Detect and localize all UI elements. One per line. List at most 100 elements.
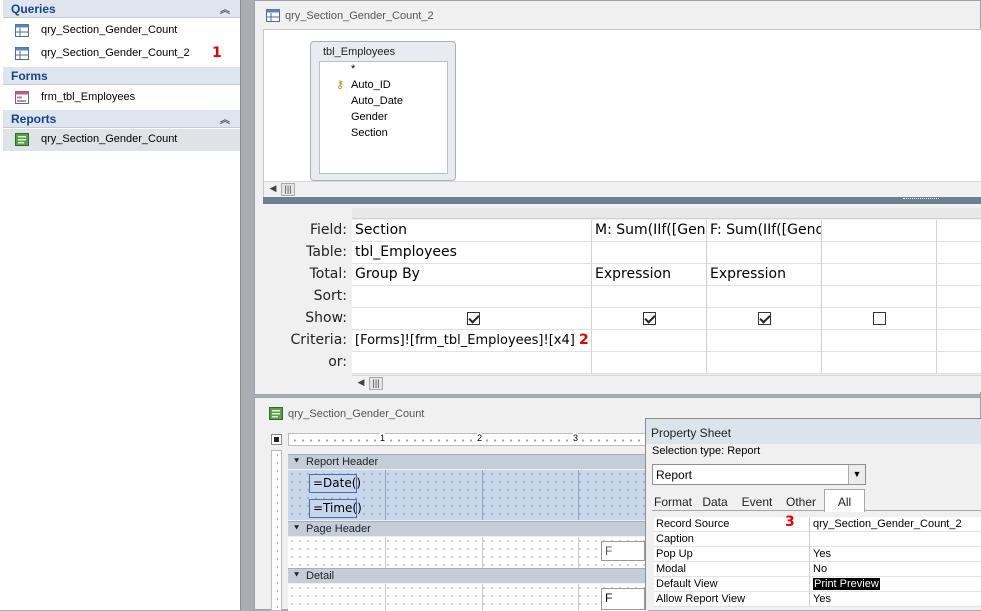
or-cell[interactable] [937, 352, 981, 374]
section-report-header[interactable]: ⯆ Report Header [288, 454, 648, 469]
row-label-show: Show: [305, 310, 347, 326]
scroll-thumb[interactable]: ||| [281, 183, 295, 196]
grid-line [578, 537, 579, 568]
field-item[interactable]: Auto_Date [351, 95, 403, 107]
ruler-number: 1 [380, 433, 386, 443]
or-cell[interactable] [822, 352, 937, 374]
property-row[interactable]: Record Source 3 qry_Section_Gender_Count… [654, 514, 981, 532]
total-cell[interactable]: Expression [592, 264, 707, 286]
property-row[interactable]: Pop Up Yes [654, 547, 981, 562]
total-cell[interactable]: Expression [707, 264, 822, 286]
table-pane-scrollbar[interactable]: ◀ ||| [264, 181, 981, 197]
collapse-icon[interactable]: ︽ [220, 111, 230, 126]
section-detail[interactable]: ⯆ Detail [288, 568, 648, 583]
tab-other[interactable]: Other [780, 491, 822, 511]
field-item[interactable]: * [351, 63, 355, 75]
table-cell[interactable] [592, 242, 707, 264]
property-row[interactable]: Allow Report View Yes [654, 592, 981, 607]
sort-cell[interactable] [707, 286, 822, 308]
or-cell[interactable] [592, 352, 707, 374]
field-cell[interactable]: Section [352, 220, 592, 242]
tab-data[interactable]: Data [696, 491, 734, 511]
property-value[interactable]: Yes [809, 592, 981, 607]
sort-cell[interactable] [592, 286, 707, 308]
criteria-cell[interactable] [707, 330, 822, 352]
field-item[interactable]: Gender [351, 111, 388, 123]
scroll-thumb[interactable]: ||| [369, 377, 383, 390]
table-cell[interactable] [937, 242, 981, 264]
total-cell[interactable] [937, 264, 981, 286]
grid-scrollbar[interactable]: ◀ ||| [352, 375, 981, 391]
row-label-table: Table: [306, 244, 347, 260]
nav-item-report[interactable]: qry_Section_Gender_Count [3, 129, 240, 151]
show-checkbox[interactable] [758, 312, 771, 325]
vertical-ruler[interactable] [271, 450, 282, 611]
property-sheet: Property Sheet Selection type: Report Re… [645, 418, 981, 610]
show-cell[interactable] [937, 308, 981, 330]
property-row[interactable]: Default View Print Preview [654, 577, 981, 592]
combo-value: Report [656, 468, 693, 482]
or-cell[interactable] [707, 352, 822, 374]
row-label-or: or: [328, 354, 347, 370]
total-cell[interactable] [822, 264, 937, 286]
field-cell[interactable] [937, 220, 981, 242]
total-cell[interactable]: Group By [352, 264, 592, 286]
horizontal-ruler[interactable]: 1 2 3 [288, 433, 648, 446]
column-selectors[interactable] [352, 208, 981, 219]
property-value[interactable] [809, 532, 981, 547]
property-value[interactable]: No [809, 562, 981, 577]
property-row[interactable]: Modal No [654, 562, 981, 577]
scroll-left-icon[interactable]: ◀ [354, 377, 368, 390]
criteria-cell[interactable] [937, 330, 981, 352]
page-header-area [288, 537, 648, 568]
table-cell[interactable]: tbl_Employees [352, 242, 592, 264]
field-cell[interactable] [822, 220, 937, 242]
chevron-down-icon[interactable]: ▼ [848, 465, 865, 484]
table-cell[interactable] [822, 242, 937, 264]
report-selector[interactable] [271, 434, 282, 445]
table-field-list[interactable]: tbl_Employees * ⚷ Auto_ID Auto_Date Gend… [310, 41, 456, 181]
collapse-icon[interactable]: ︽ [220, 1, 230, 16]
nav-item-form[interactable]: frm_tbl_Employees [3, 87, 240, 109]
section-page-header[interactable]: ⯆ Page Header [288, 521, 648, 536]
nav-item-query[interactable]: qry_Section_Gender_Count [3, 20, 240, 42]
nav-group-queries[interactable]: Queries ︽ [3, 0, 240, 18]
object-selector-combo[interactable]: Report ▼ [652, 464, 866, 485]
field-item[interactable]: Auto_ID [351, 79, 391, 91]
field-cell[interactable]: M: Sum(IIf([Gend [592, 220, 707, 242]
page-header-label[interactable]: F [601, 541, 645, 561]
or-cell[interactable] [352, 352, 592, 374]
time-textbox[interactable]: =Time() [309, 499, 362, 518]
property-sheet-title: Property Sheet [646, 419, 981, 444]
table-cell[interactable] [707, 242, 822, 264]
query-icon [266, 9, 280, 22]
sort-cell[interactable] [822, 286, 937, 308]
pane-splitter[interactable] [263, 197, 981, 204]
field-cell[interactable]: F: Sum(IIf([Gende [707, 220, 822, 242]
sort-cell[interactable] [352, 286, 592, 308]
tab-format[interactable]: Format [652, 491, 694, 511]
criteria-cell[interactable]: [Forms]![frm_tbl_Employees]![x4] 2 [352, 330, 592, 352]
show-checkbox[interactable] [467, 312, 480, 325]
nav-group-forms[interactable]: Forms [3, 67, 240, 85]
tab-all[interactable]: All [824, 489, 865, 512]
tab-event[interactable]: Event [737, 491, 777, 511]
property-value[interactable]: Yes [809, 547, 981, 562]
table-name: tbl_Employees [323, 46, 396, 58]
property-value[interactable]: Print Preview [809, 577, 981, 592]
query-icon [15, 24, 29, 37]
nav-item-query[interactable]: qry_Section_Gender_Count_2 1 [3, 43, 240, 65]
nav-group-reports[interactable]: Reports ︽ [3, 110, 240, 128]
field-item[interactable]: Section [351, 127, 388, 139]
date-textbox[interactable]: =Date() [309, 474, 361, 493]
detail-textbox[interactable]: F [601, 588, 645, 610]
section-label: Report Header [306, 456, 379, 468]
show-checkbox[interactable] [643, 312, 656, 325]
property-value[interactable]: qry_Section_Gender_Count_2 [809, 517, 981, 532]
criteria-cell[interactable] [592, 330, 707, 352]
sort-cell[interactable] [937, 286, 981, 308]
criteria-cell[interactable] [822, 330, 937, 352]
show-checkbox[interactable] [873, 312, 886, 325]
scroll-left-icon[interactable]: ◀ [266, 183, 280, 196]
property-row[interactable]: Caption [654, 532, 981, 547]
